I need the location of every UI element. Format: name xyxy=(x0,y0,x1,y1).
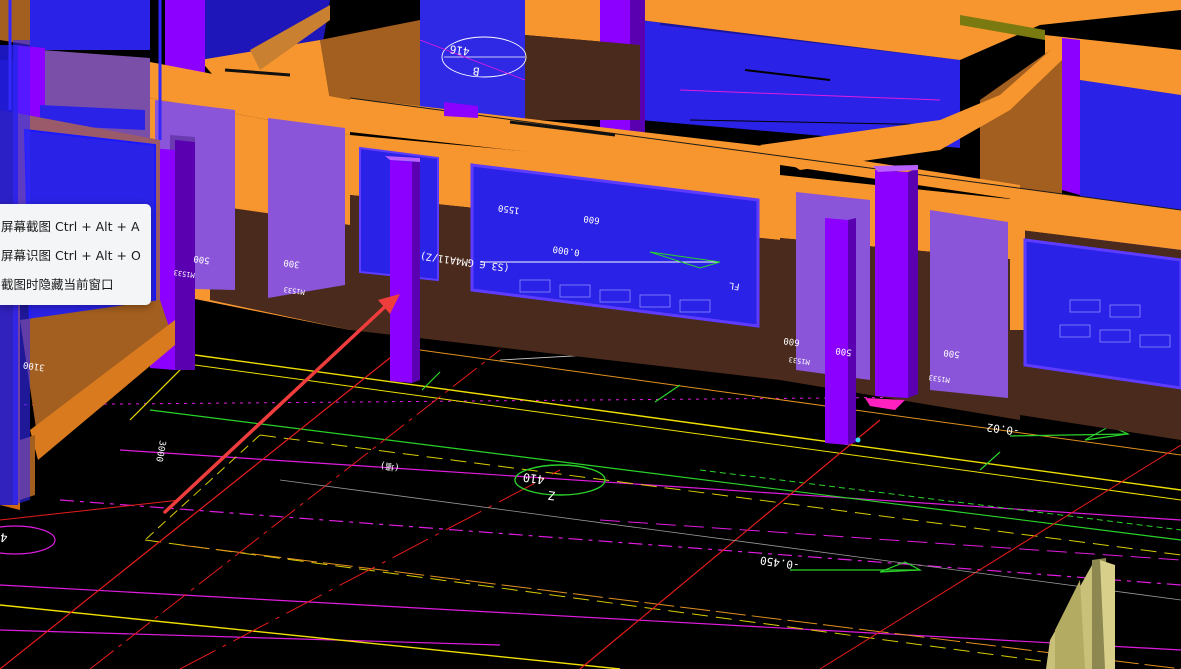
column xyxy=(908,168,918,398)
column xyxy=(875,170,908,398)
wall-side xyxy=(525,35,640,120)
window-glass xyxy=(930,210,1008,398)
cad-shape xyxy=(855,437,861,443)
window-glass xyxy=(1023,238,1181,390)
wall-side xyxy=(0,0,30,45)
column xyxy=(390,160,412,383)
menu-item-screen-ocr[interactable]: 屏幕识图 Ctrl + Alt + O xyxy=(0,241,151,270)
context-menu: 屏幕截图 Ctrl + Alt + A 屏幕识图 Ctrl + Alt + O … xyxy=(0,204,151,305)
wall-front xyxy=(1010,195,1025,330)
column xyxy=(825,218,848,445)
column xyxy=(1062,38,1080,195)
column xyxy=(175,140,195,370)
column xyxy=(848,218,856,445)
menu-item-hide-window[interactable]: 截图时隐藏当前窗口 xyxy=(0,270,151,299)
window-glass xyxy=(268,118,345,298)
bim-3d-viewport[interactable]: 416 B 410 Z 403 1550 600 0.000 (S3 ∈ GM4… xyxy=(0,0,1181,669)
level-tag-label: FL xyxy=(728,280,740,291)
glass-panel xyxy=(30,0,150,50)
column xyxy=(412,160,420,383)
room-number-label: 410 xyxy=(522,470,545,487)
room-number-label: 416 xyxy=(449,42,470,58)
menu-item-screen-capture[interactable]: 屏幕截图 Ctrl + Alt + A xyxy=(0,212,151,241)
